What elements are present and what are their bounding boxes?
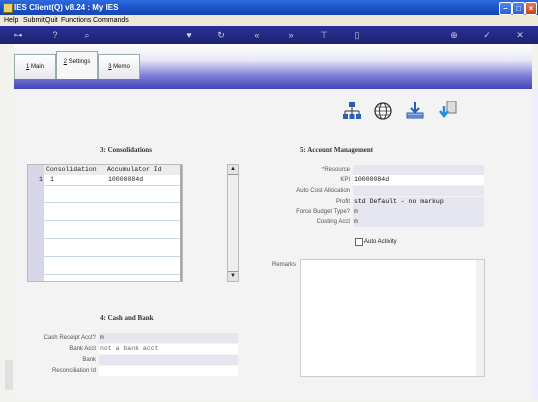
page-scrollbar[interactable] bbox=[532, 89, 538, 398]
tab-memo-label: Memo bbox=[113, 64, 130, 70]
kpi-field[interactable]: 10000084d bbox=[353, 175, 484, 185]
menu-submit[interactable]: Submit bbox=[23, 17, 45, 24]
cell-consolidation[interactable]: 1 bbox=[50, 176, 54, 183]
tab-memo[interactable]: 3 Memo bbox=[98, 54, 140, 79]
remarks-scrollbar[interactable] bbox=[476, 260, 484, 376]
tab-settings[interactable]: 2 Settings bbox=[56, 51, 98, 79]
grid-line bbox=[44, 202, 182, 203]
menu-help[interactable]: Help bbox=[4, 17, 18, 24]
close-button[interactable]: × bbox=[525, 2, 537, 15]
tab-main-num: 1 bbox=[25, 64, 30, 70]
force-budget-type-label: Force Budget Type? bbox=[296, 209, 350, 215]
scroll-up-icon[interactable]: ▲ bbox=[228, 165, 238, 175]
auto-cost-allocation-field[interactable] bbox=[353, 186, 484, 196]
window-title: IES Client(Q) v8.24 : My IES bbox=[14, 3, 119, 12]
grid-line bbox=[44, 256, 182, 257]
row-number: 1 bbox=[39, 176, 43, 183]
profit-field[interactable]: std Default - no markup bbox=[353, 197, 484, 207]
grid-line bbox=[44, 274, 182, 275]
account-management-title: 5: Account Management bbox=[300, 146, 374, 154]
title-bar: IES Client(Q) v8.24 : My IES – □ × bbox=[0, 0, 538, 15]
hierarchy-icon[interactable] bbox=[342, 101, 362, 121]
scroll-down-icon[interactable]: ▼ bbox=[228, 271, 238, 281]
kpi-label: KPI bbox=[340, 177, 350, 183]
reconciliation-id-label: Reconciliation Id bbox=[51, 368, 96, 374]
resource-label: *Resource bbox=[321, 167, 350, 173]
filter-icon[interactable]: ⊤ bbox=[319, 30, 329, 40]
globe-icon[interactable] bbox=[373, 101, 393, 121]
costing-acct-label: Costing Acct bbox=[316, 219, 350, 225]
col-consolidation: Consolidation bbox=[46, 166, 97, 173]
cash-bank-title: 4: Cash and Bank bbox=[100, 314, 154, 322]
bank-acct-label: Bank Acct bbox=[69, 346, 96, 352]
tab-strip: 1 Main 2 Settings 3 Memo bbox=[14, 44, 532, 89]
first-icon[interactable]: « bbox=[252, 30, 262, 40]
profit-label: Profit bbox=[335, 199, 350, 205]
force-budget-type-field[interactable]: n bbox=[353, 207, 484, 217]
minimize-button[interactable]: – bbox=[499, 2, 512, 15]
app-icon bbox=[3, 3, 13, 13]
menu-functions[interactable]: Functions bbox=[61, 17, 91, 24]
auto-activity-label: Auto Activity bbox=[364, 239, 397, 245]
auto-cost-allocation-label: Auto Cost Allocation bbox=[296, 188, 350, 194]
consolidations-grid: Consolidation Accumulator Id 1 1 1000008… bbox=[27, 164, 183, 282]
menu-commands[interactable]: Commands bbox=[93, 17, 129, 24]
remarks-textarea[interactable] bbox=[300, 259, 485, 377]
reconciliation-id-field[interactable] bbox=[99, 366, 238, 376]
cash-receipt-field[interactable]: n bbox=[99, 333, 238, 343]
menu-bar: Help Submit Quit Functions Commands bbox=[0, 15, 538, 26]
bank-field[interactable] bbox=[99, 355, 238, 365]
app-window: IES Client(Q) v8.24 : My IES – □ × Help … bbox=[0, 0, 538, 402]
bank-acct-field[interactable]: not a bank acct bbox=[99, 344, 238, 354]
download-tray-icon[interactable] bbox=[405, 101, 425, 121]
cancel-icon[interactable]: ✕ bbox=[515, 30, 525, 40]
last-icon[interactable]: » bbox=[286, 30, 296, 40]
remarks-label: Remarks bbox=[271, 262, 296, 268]
tab-main[interactable]: 1 Main bbox=[14, 54, 56, 79]
save-icon[interactable]: ⊕ bbox=[449, 30, 459, 40]
grid-line bbox=[44, 220, 182, 221]
ok-icon[interactable]: ✓ bbox=[482, 30, 492, 40]
import-icon[interactable] bbox=[438, 101, 458, 121]
search-icon[interactable]: ⌕ bbox=[82, 30, 92, 40]
grid-column-divider bbox=[180, 165, 182, 281]
tab-main-label: Main bbox=[31, 64, 45, 70]
key-icon[interactable]: ⊶ bbox=[8, 30, 28, 40]
consolidations-scrollbar[interactable]: ▲ ▼ bbox=[227, 164, 239, 282]
maximize-button[interactable]: □ bbox=[512, 2, 525, 15]
help-icon[interactable]: ? bbox=[50, 30, 60, 40]
refresh-icon[interactable]: ↻ bbox=[216, 30, 226, 40]
cell-accumulator-id[interactable]: 10000084d bbox=[108, 176, 143, 183]
tab-memo-num: 3 bbox=[108, 64, 112, 70]
bank-label: Bank bbox=[82, 357, 96, 363]
side-handle[interactable] bbox=[5, 360, 13, 390]
grid-line bbox=[44, 195, 182, 196]
toolbar: ⊶ ? ⌕ ♥ ↻ « » ⊤ ▯ ⊕ ✓ ✕ bbox=[0, 26, 538, 44]
tab-settings-num: 2 bbox=[63, 59, 67, 65]
resource-field[interactable] bbox=[353, 165, 484, 175]
costing-acct-field[interactable]: n bbox=[353, 217, 484, 227]
document-icon[interactable]: ▯ bbox=[352, 30, 362, 40]
consolidations-title: 3: Consolidations bbox=[100, 146, 152, 154]
grid-line bbox=[44, 185, 182, 186]
cash-receipt-label: Cash Receipt Acct? bbox=[43, 335, 96, 341]
col-accumulator-id: Accumulator Id bbox=[107, 166, 162, 173]
grid-line bbox=[44, 238, 182, 239]
auto-activity-checkbox[interactable] bbox=[355, 238, 363, 246]
menu-quit[interactable]: Quit bbox=[45, 17, 58, 24]
favorite-icon[interactable]: ♥ bbox=[184, 30, 194, 40]
tab-settings-label: Settings bbox=[68, 59, 91, 65]
